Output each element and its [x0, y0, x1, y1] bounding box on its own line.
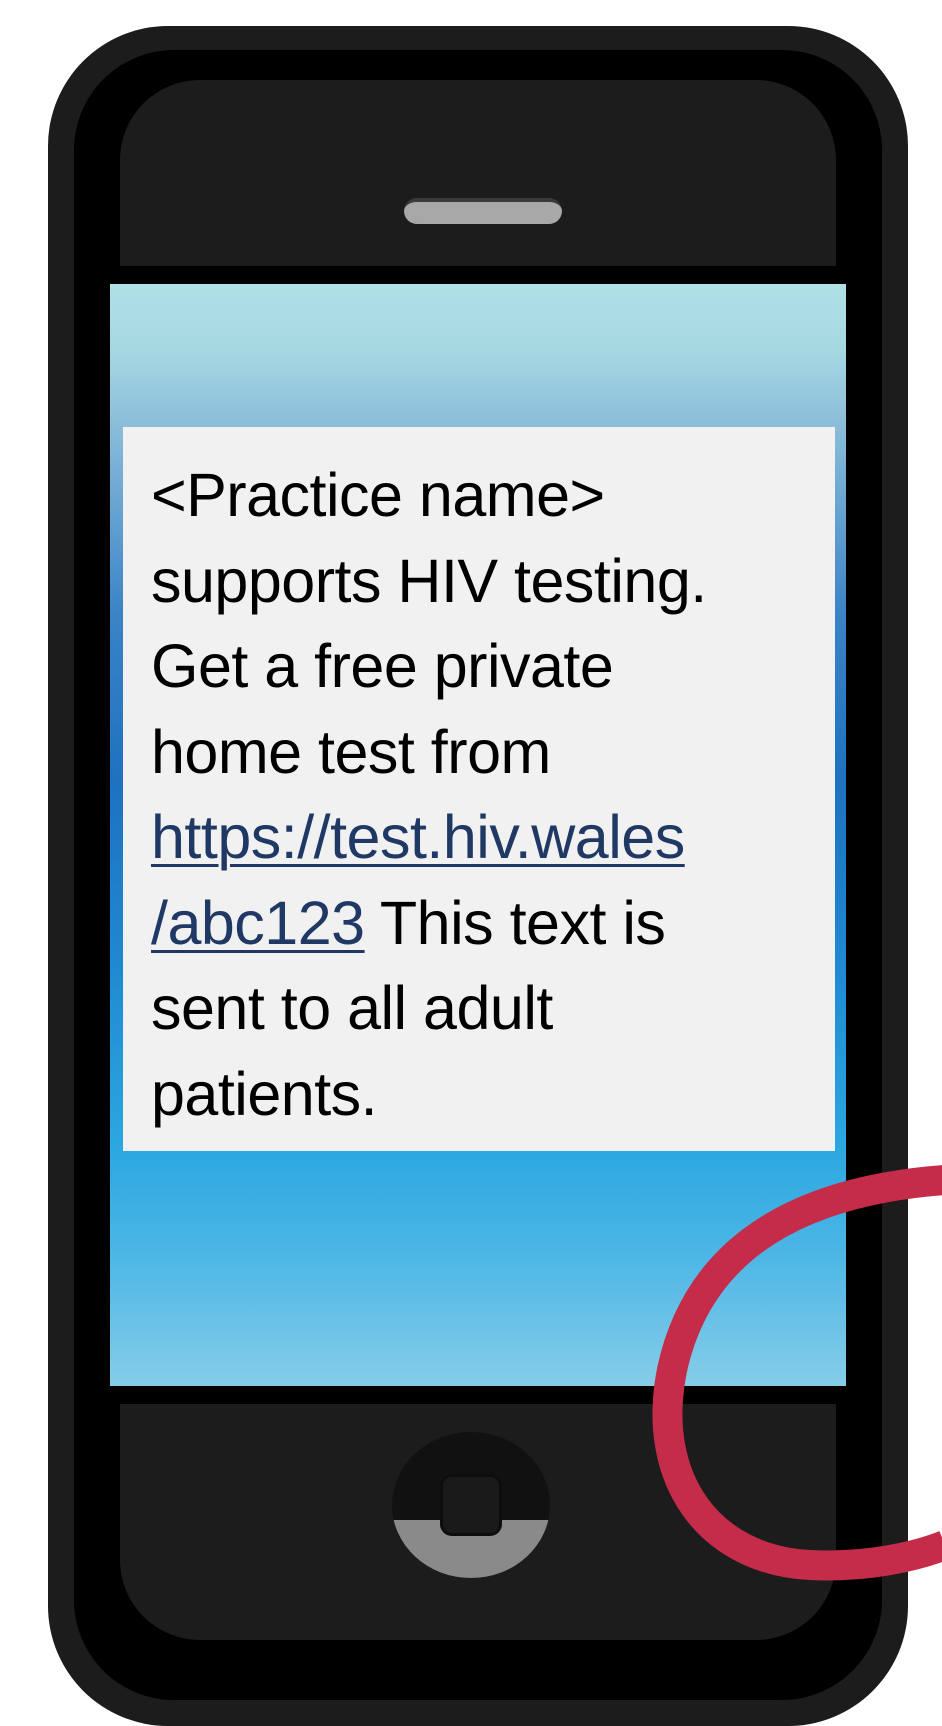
- sms-line-8: patients.: [151, 1059, 378, 1128]
- sms-message-card: <Practice name> supports HIV testing. Ge…: [123, 427, 835, 1151]
- home-button-square: [440, 1474, 502, 1536]
- sms-link-line-1: https://test.hiv.wales: [151, 795, 807, 881]
- speaker-grille-icon: [404, 198, 562, 224]
- sms-line-7: sent to all adult: [151, 974, 553, 1042]
- home-button-icon[interactable]: [392, 1432, 550, 1578]
- sms-line-4: home test from: [151, 717, 551, 786]
- sms-link-line-2: /abc123 This text is: [151, 881, 807, 967]
- phone-top-panel: [120, 80, 836, 266]
- sms-link-part-1[interactable]: https://test.hiv.wales: [151, 803, 685, 871]
- sms-line-3: Get a free private: [151, 632, 614, 700]
- sms-link-part-2[interactable]: /abc123: [151, 889, 365, 957]
- sms-after-link-text: This text is: [364, 888, 666, 957]
- sms-line-2: supports HIV testing.: [151, 546, 707, 615]
- sms-line-1: <Practice name>: [151, 461, 605, 529]
